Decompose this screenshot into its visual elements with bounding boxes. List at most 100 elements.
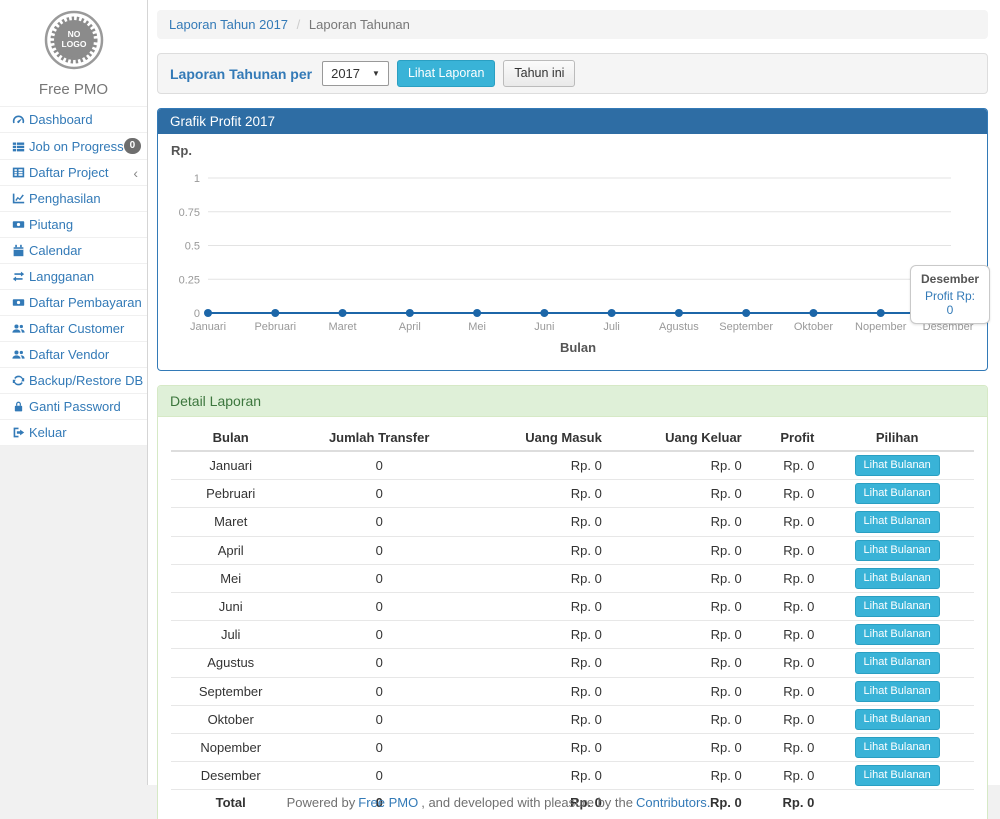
table-row: Agustus0Rp. 0Rp. 0Rp. 0Lihat Bulanan [171,649,974,677]
users-icon [12,348,29,361]
lihat-bulanan-button[interactable]: Lihat Bulanan [855,652,940,673]
report-table: Bulan Jumlah Transfer Uang Masuk Uang Ke… [171,425,974,814]
chart-point-maret[interactable] [339,309,347,317]
sidebar-item-label: Daftar Customer [29,321,124,336]
lihat-bulanan-button[interactable]: Lihat Bulanan [855,681,940,702]
sidebar-item-label: Daftar Pembayaran [29,295,142,310]
sidebar: NO LOGO Free PMO DashboardJob on Progres… [0,0,148,785]
cell-uang-keluar: Rp. 0 [608,762,748,790]
chart-point-juli[interactable] [608,309,616,317]
chart-point-oktober[interactable] [809,309,817,317]
chart-point-nopember[interactable] [877,309,885,317]
line-chart-icon [12,192,29,205]
year-select-value: 2017 [331,66,360,81]
report-toolbar: Laporan Tahunan per 2017 ▼ Lihat Laporan… [157,53,988,94]
tooltip-value: Profit Rp: 0 [921,289,979,317]
sidebar-item-daftar-project[interactable]: Daftar Project‹ [0,160,147,186]
tahun-ini-button[interactable]: Tahun ini [503,60,575,87]
sidebar-item-daftar-pembayaran[interactable]: Daftar Pembayaran [0,290,147,316]
cell-uang-masuk: Rp. 0 [468,705,608,733]
cell-profit: Rp. 0 [748,733,821,761]
lihat-laporan-button[interactable]: Lihat Laporan [397,60,495,87]
cell-profit: Rp. 0 [748,592,821,620]
lihat-bulanan-button[interactable]: Lihat Bulanan [855,737,940,758]
x-tick-label: Juni [534,321,554,333]
chart-point-pebruari[interactable] [271,309,279,317]
cell-pilihan: Lihat Bulanan [820,480,974,508]
total-label: Total [171,790,290,814]
sidebar-item-penghasilan[interactable]: Penghasilan [0,186,147,212]
cell-uang-keluar: Rp. 0 [608,705,748,733]
cell-pilihan: Lihat Bulanan [820,621,974,649]
sidebar-item-job-on-progress[interactable]: Job on Progress0 [0,133,147,160]
sidebar-item-label: Langganan [29,269,94,284]
cell-uang-keluar: Rp. 0 [608,536,748,564]
x-tick-label: Januari [190,321,226,333]
cell-uang-keluar: Rp. 0 [608,451,748,480]
lihat-bulanan-button[interactable]: Lihat Bulanan [855,540,940,561]
y-axis-label: Rp. [171,143,192,158]
column-header-uang-masuk: Uang Masuk [468,425,608,451]
chart-point-september[interactable] [742,309,750,317]
sidebar-item-langganan[interactable]: Langganan [0,264,147,290]
cell-bulan: Desember [171,762,290,790]
table-row: September0Rp. 0Rp. 0Rp. 0Lihat Bulanan [171,677,974,705]
cell-uang-masuk: Rp. 0 [468,451,608,480]
cell-profit: Rp. 0 [748,621,821,649]
cell-jumlah-transfer: 0 [290,621,468,649]
lihat-bulanan-button[interactable]: Lihat Bulanan [855,483,940,504]
lihat-bulanan-button[interactable]: Lihat Bulanan [855,765,940,786]
cell-pilihan: Lihat Bulanan [820,451,974,480]
breadcrumb-current: Laporan Tahunan [309,17,410,32]
retweet-icon [12,270,29,283]
detail-panel-title: Detail Laporan [158,386,987,417]
sidebar-item-daftar-vendor[interactable]: Daftar Vendor [0,342,147,368]
year-select[interactable]: 2017 ▼ [322,61,389,86]
sidebar-item-daftar-customer[interactable]: Daftar Customer [0,316,147,342]
sidebar-item-keluar[interactable]: Keluar [0,420,147,446]
cell-pilihan: Lihat Bulanan [820,762,974,790]
breadcrumb-link[interactable]: Laporan Tahun 2017 [169,17,288,32]
lihat-bulanan-button[interactable]: Lihat Bulanan [855,511,940,532]
cell-uang-keluar: Rp. 0 [608,733,748,761]
x-tick-label: Mei [468,321,486,333]
x-tick-label: September [719,321,773,333]
sidebar-item-label: Daftar Vendor [29,347,109,362]
chart-point-januari[interactable] [204,309,212,317]
chart-point-juni[interactable] [540,309,548,317]
chart-point-april[interactable] [406,309,414,317]
chart-point-mei[interactable] [473,309,481,317]
profit-chart-panel: Grafik Profit 2017 Rp.10.750.50.250Janua… [157,108,988,371]
x-tick-label: Agustus [659,321,699,333]
lihat-bulanan-button[interactable]: Lihat Bulanan [855,455,940,476]
y-tick-label: 1 [194,173,200,185]
cell-pilihan: Lihat Bulanan [820,733,974,761]
lihat-bulanan-button[interactable]: Lihat Bulanan [855,624,940,645]
svg-text:LOGO: LOGO [61,39,86,49]
sidebar-item-piutang[interactable]: Piutang [0,212,147,238]
cell-uang-masuk: Rp. 0 [468,649,608,677]
footer-link-free-pmo[interactable]: Free PMO [358,795,418,810]
cell-bulan: Agustus [171,649,290,677]
cell-pilihan: Lihat Bulanan [820,649,974,677]
sidebar-item-calendar[interactable]: Calendar [0,238,147,264]
sidebar-item-backup-restore-db[interactable]: Backup/Restore DB [0,368,147,394]
x-tick-label: Juli [603,321,620,333]
list-icon [12,140,29,153]
table-row: April0Rp. 0Rp. 0Rp. 0Lihat Bulanan [171,536,974,564]
x-tick-label: Maret [328,321,356,333]
lihat-bulanan-button[interactable]: Lihat Bulanan [855,568,940,589]
table-row: Desember0Rp. 0Rp. 0Rp. 0Lihat Bulanan [171,762,974,790]
profit-chart-svg: Rp.10.750.50.250JanuariPebruariMaretApri… [158,134,987,370]
sidebar-item-label: Backup/Restore DB [29,373,143,388]
lihat-bulanan-button[interactable]: Lihat Bulanan [855,596,940,617]
table-header-row: Bulan Jumlah Transfer Uang Masuk Uang Ke… [171,425,974,451]
sidebar-item-ganti-password[interactable]: Ganti Password [0,394,147,420]
chart-point-agustus[interactable] [675,309,683,317]
lihat-bulanan-button[interactable]: Lihat Bulanan [855,709,940,730]
sidebar-item-dashboard[interactable]: Dashboard [0,107,147,133]
footer-link-contributors[interactable]: Contributors. [636,795,710,810]
y-tick-label: 0.5 [185,241,200,253]
cell-pilihan: Lihat Bulanan [820,564,974,592]
sidebar-item-label: Daftar Project [29,165,108,180]
